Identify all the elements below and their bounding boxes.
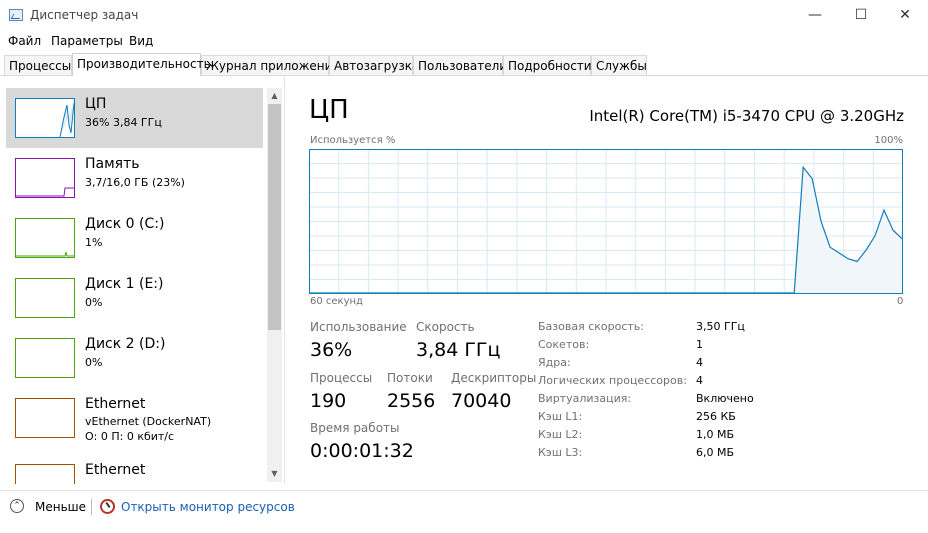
sidebar-item-ethernet[interactable]: Ethernet	[6, 454, 263, 484]
spec-value: 1	[696, 338, 703, 351]
open-resource-monitor-link[interactable]: Открыть монитор ресурсов	[121, 500, 295, 514]
usage-label: Использование	[310, 320, 407, 334]
sidebar-item-throughput: О: 0 П: 0 кбит/с	[85, 430, 175, 443]
processes-label: Процессы	[310, 371, 373, 385]
tab-bar: Процессы Производительность Журнал прило…	[0, 53, 928, 76]
spec-value: 4	[696, 356, 703, 369]
menu-file[interactable]: Файл	[8, 34, 41, 48]
sidebar-item-cpu[interactable]: ЦП 36% 3,84 ГГц	[6, 88, 263, 148]
close-button[interactable]: ✕	[882, 0, 928, 32]
fewer-details-button[interactable]: Меньше	[35, 500, 86, 514]
spec-value: Включено	[696, 392, 754, 405]
sidebar-item-memory[interactable]: Память 3,7/16,0 ГБ (23%)	[6, 148, 263, 208]
maximize-button[interactable]: ☐	[838, 0, 884, 32]
graph-y-label: Используется %	[310, 135, 396, 146]
tab-app-history[interactable]: Журнал приложений	[201, 55, 340, 75]
title-bar: Диспетчер задач — ☐ ✕	[0, 0, 928, 32]
sidebar-item-label: Ethernet	[85, 396, 146, 412]
pane-divider	[284, 76, 285, 484]
tab-startup[interactable]: Автозагрузка	[329, 55, 419, 75]
task-manager-icon	[9, 9, 23, 21]
spec-label: Виртуализация:	[538, 392, 632, 405]
spec-label: Кэш L3:	[538, 446, 583, 459]
spec-label: Сокетов:	[538, 338, 590, 351]
sidebar-item-detail: 1%	[85, 236, 103, 249]
spec-value: 3,50 ГГц	[696, 320, 745, 333]
spec-value: 1,0 МБ	[696, 428, 735, 441]
sidebar-item-label: ЦП	[85, 96, 107, 112]
footer-separator	[91, 499, 92, 515]
tab-processes[interactable]: Процессы	[4, 55, 72, 75]
spec-label: Кэш L1:	[538, 410, 583, 423]
sidebar-item-label: Диск 2 (D:)	[85, 336, 166, 352]
spec-label: Ядра:	[538, 356, 571, 369]
scroll-down-arrow-icon[interactable]: ▼	[267, 467, 282, 481]
sidebar-item-label: Диск 0 (C:)	[85, 216, 165, 232]
menu-bar: Файл Параметры Вид	[0, 32, 928, 52]
disk-2-thumbnail-graph	[15, 338, 75, 378]
sidebar-scroll-thumb[interactable]	[268, 104, 281, 330]
window-title: Диспетчер задач	[30, 8, 139, 22]
sidebar-item-detail: 3,7/16,0 ГБ (23%)	[85, 176, 185, 189]
handles-label: Дескрипторы	[451, 371, 537, 385]
disk-0-thumbnail-line	[16, 251, 74, 257]
graph-time-span-label: 60 секунд	[310, 296, 363, 307]
sidebar-item-detail: 0%	[85, 296, 103, 309]
scroll-up-arrow-icon[interactable]: ▲	[267, 89, 282, 103]
ethernet-thumbnail-graph	[15, 398, 75, 438]
speed-label: Скорость	[416, 320, 475, 334]
sidebar-item-disk-2[interactable]: Диск 2 (D:) 0%	[6, 328, 263, 388]
tab-details[interactable]: Подробности	[503, 55, 592, 75]
sidebar-item-detail: 36% 3,84 ГГц	[85, 116, 162, 129]
page-title: ЦП	[309, 95, 349, 125]
sidebar-item-label: Ethernet	[85, 462, 146, 478]
spec-label: Кэш L2:	[538, 428, 583, 441]
close-icon: ✕	[899, 7, 911, 23]
sidebar-item-label: Память	[85, 156, 140, 172]
spec-label: Логических процессоров:	[538, 374, 687, 387]
sidebar-item-detail: 0%	[85, 356, 103, 369]
resource-monitor-icon[interactable]	[100, 499, 115, 514]
minimize-button[interactable]: —	[792, 0, 838, 32]
graph-y-max-label: 100%	[874, 135, 903, 146]
cpu-model-name: Intel(R) Core(TM) i5-3470 CPU @ 3.20GHz	[589, 107, 904, 125]
speed-value: 3,84 ГГц	[416, 339, 501, 361]
usage-value: 36%	[310, 339, 353, 361]
spec-value: 6,0 МБ	[696, 446, 735, 459]
footer-bar: ⌃ Меньше Открыть монитор ресурсов	[0, 490, 928, 533]
menu-view[interactable]: Вид	[129, 34, 153, 48]
tab-performance[interactable]: Производительность	[72, 53, 211, 76]
handles-value: 70040	[451, 390, 512, 412]
cpu-thumbnail-line	[59, 102, 74, 137]
cpu-usage-graph	[309, 149, 903, 294]
tab-services[interactable]: Службы	[591, 55, 647, 75]
graph-time-end-label: 0	[897, 296, 904, 307]
collapse-chevron-icon[interactable]: ⌃	[10, 499, 24, 513]
processes-value: 190	[310, 390, 347, 412]
minimize-icon: —	[808, 7, 822, 23]
uptime-label: Время работы	[310, 421, 400, 435]
tab-users[interactable]: Пользователи	[413, 55, 507, 75]
disk-1-thumbnail-graph	[15, 278, 75, 318]
sidebar-item-disk-1[interactable]: Диск 1 (E:) 0%	[6, 268, 263, 328]
sidebar-item-ethernet-docker[interactable]: Ethernet vEthernet (DockerNAT) О: 0 П: 0…	[6, 388, 263, 452]
menu-options[interactable]: Параметры	[51, 34, 123, 48]
spec-label: Базовая скорость:	[538, 320, 644, 333]
maximize-icon: ☐	[854, 7, 868, 23]
spec-value: 256 КБ	[696, 410, 736, 423]
spec-value: 4	[696, 374, 703, 387]
sidebar-item-label: Диск 1 (E:)	[85, 276, 164, 292]
memory-thumbnail-line	[16, 187, 74, 197]
sidebar-item-disk-0[interactable]: Диск 0 (C:) 1%	[6, 208, 263, 268]
memory-thumbnail-graph	[15, 158, 75, 198]
uptime-value: 0:00:01:32	[310, 440, 414, 462]
ethernet-thumbnail-graph	[15, 464, 75, 484]
cpu-thumbnail-graph	[15, 98, 75, 138]
resource-sidebar: ЦП 36% 3,84 ГГц Память 3,7/16,0 ГБ (23%)…	[0, 76, 284, 484]
threads-value: 2556	[387, 390, 436, 412]
disk-0-thumbnail-graph	[15, 218, 75, 258]
sidebar-item-detail: vEthernet (DockerNAT)	[85, 415, 212, 428]
threads-label: Потоки	[387, 371, 433, 385]
